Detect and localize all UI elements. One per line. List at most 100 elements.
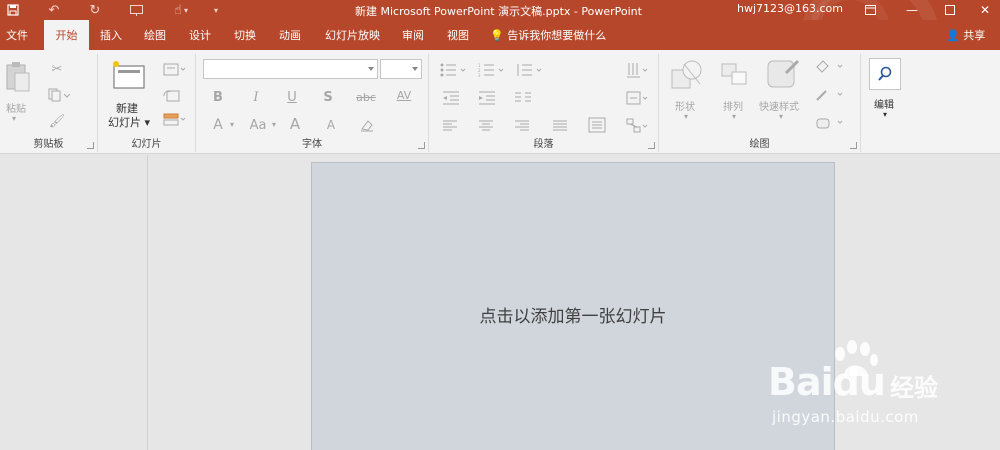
editing-dropdown-icon[interactable]: ▾: [883, 110, 887, 119]
group-paragraph: 123 段落: [429, 54, 659, 152]
tab-view[interactable]: 视图: [441, 20, 475, 50]
font-size-combo[interactable]: [380, 59, 422, 79]
save-icon[interactable]: [2, 1, 24, 19]
increase-indent-icon[interactable]: [477, 90, 497, 106]
change-case-dropdown-icon[interactable]: ▾: [272, 120, 276, 129]
decrease-indent-icon[interactable]: [441, 90, 461, 106]
arrange-dropdown-icon[interactable]: ▾: [732, 112, 736, 121]
convert-to-smartart-icon[interactable]: [625, 116, 651, 136]
underline-button[interactable]: U: [284, 88, 300, 106]
watermark-jingyan-text: 经验: [890, 374, 938, 402]
lightbulb-icon: 💡: [490, 29, 504, 42]
tab-review[interactable]: 审阅: [396, 20, 430, 50]
clipboard-group-label: 剪贴板: [33, 139, 64, 150]
section-icon[interactable]: [162, 112, 188, 128]
columns-icon[interactable]: [513, 90, 533, 106]
line-spacing-icon[interactable]: [515, 62, 545, 78]
strikethrough-button[interactable]: abc: [354, 88, 378, 106]
align-center-icon[interactable]: [477, 118, 495, 134]
account-name[interactable]: hwj7123@163.com: [737, 2, 843, 15]
drawing-launcher-icon[interactable]: [850, 142, 857, 149]
find-icon[interactable]: [869, 58, 901, 90]
tab-home[interactable]: 开始: [44, 20, 89, 50]
reset-icon[interactable]: [162, 88, 182, 104]
bold-button[interactable]: B: [210, 88, 226, 106]
slide-canvas[interactable]: 点击以添加第一张幻灯片: [311, 162, 835, 450]
shapes-icon[interactable]: [667, 58, 707, 92]
shape-effects-icon[interactable]: [813, 114, 847, 132]
touch-mode-icon[interactable]: ☝ ▾: [166, 1, 196, 19]
arrange-label: 排列: [723, 102, 743, 113]
editing-label[interactable]: 编辑: [874, 96, 894, 111]
paste-dropdown-icon[interactable]: ▾: [12, 114, 16, 123]
font-group-label: 字体: [302, 139, 322, 150]
font-color-button[interactable]: A: [210, 116, 226, 134]
tab-slideshow[interactable]: 幻灯片放映: [319, 20, 386, 50]
shape-fill-icon[interactable]: [813, 58, 847, 76]
format-painter-icon[interactable]: 🖌: [48, 112, 66, 130]
copy-icon[interactable]: [46, 86, 72, 104]
undo-icon[interactable]: ↶: [43, 1, 65, 19]
group-drawing: 形状 ▾ 排列 ▾ 快速样式 ▾ 绘图: [659, 54, 861, 152]
arrange-icon[interactable]: [715, 58, 755, 92]
clipboard-launcher-icon[interactable]: [87, 142, 94, 149]
person-icon: 👤: [946, 29, 960, 42]
start-from-beginning-icon[interactable]: [125, 1, 147, 19]
justify-icon[interactable]: [551, 118, 569, 134]
ribbon: 粘贴 ▾ ✂ 🖌 剪贴板 新建 幻灯片 ▾ 幻灯片 B I U S abc AV…: [0, 50, 1000, 198]
redo-icon[interactable]: ↻: [84, 1, 106, 19]
tab-transitions[interactable]: 切换: [228, 20, 262, 50]
svg-text:3: 3: [478, 73, 481, 77]
font-name-combo[interactable]: [203, 59, 378, 79]
paragraph-launcher-icon[interactable]: [648, 142, 655, 149]
quick-styles-dropdown-icon[interactable]: ▾: [779, 112, 783, 121]
tab-file[interactable]: 文件: [0, 20, 34, 50]
tab-draw[interactable]: 绘图: [138, 20, 172, 50]
character-spacing-button[interactable]: AV: [392, 86, 416, 104]
decrease-font-size-button[interactable]: A: [322, 116, 340, 134]
align-text-icon[interactable]: [625, 88, 651, 108]
new-slide-icon[interactable]: [108, 58, 148, 92]
layout-icon[interactable]: [162, 62, 188, 78]
font-color-dropdown-icon[interactable]: ▾: [230, 120, 234, 129]
numbering-icon[interactable]: 123: [477, 62, 507, 78]
close-icon[interactable]: ✕: [970, 0, 1000, 20]
tab-animations[interactable]: 动画: [273, 20, 307, 50]
paste-icon[interactable]: [4, 60, 32, 94]
shape-outline-icon[interactable]: [813, 86, 847, 104]
ribbon-display-options-icon[interactable]: [855, 0, 885, 20]
tab-design[interactable]: 设计: [183, 20, 217, 50]
drawing-group-label: 绘图: [749, 139, 770, 150]
watermark-url: jingyan.baidu.com: [772, 408, 919, 426]
quick-styles-label: 快速样式: [759, 102, 799, 113]
align-left-icon[interactable]: [441, 118, 459, 134]
customize-qat-icon[interactable]: ▾: [205, 1, 227, 19]
align-right-icon[interactable]: [513, 118, 531, 134]
minimize-icon[interactable]: —: [897, 0, 927, 20]
change-case-button[interactable]: Aa: [246, 116, 270, 134]
watermark-logo-text: Baidu: [768, 360, 886, 404]
tell-me-box[interactable]: 💡 告诉我你想要做什么: [490, 20, 606, 50]
share-button[interactable]: 👤 共享: [946, 20, 985, 50]
shadow-button[interactable]: S: [320, 88, 336, 106]
quick-styles-icon[interactable]: [763, 58, 803, 92]
clear-formatting-icon[interactable]: [358, 116, 376, 134]
text-direction-icon[interactable]: [625, 60, 651, 80]
group-font: B I U S abc AV A ▾ Aa ▾ A A 字体: [196, 54, 429, 152]
new-slide-label-line2[interactable]: 幻灯片 ▾: [108, 114, 150, 130]
shapes-dropdown-icon[interactable]: ▾: [684, 112, 688, 121]
share-label: 共享: [963, 29, 986, 42]
italic-button[interactable]: I: [248, 88, 264, 106]
tell-me-text: 告诉我你想要做什么: [507, 29, 607, 42]
add-first-slide-prompt[interactable]: 点击以添加第一张幻灯片: [312, 302, 834, 327]
slide-thumbnail-pane[interactable]: [0, 155, 148, 450]
tab-insert[interactable]: 插入: [94, 20, 128, 50]
group-slides: 新建 幻灯片 ▾ 幻灯片: [98, 54, 196, 152]
font-launcher-icon[interactable]: [418, 142, 425, 149]
paragraph-group-label: 段落: [533, 139, 554, 150]
maximize-icon[interactable]: [935, 0, 965, 20]
bullets-icon[interactable]: [439, 62, 469, 78]
increase-font-size-button[interactable]: A: [286, 114, 304, 134]
distributed-icon[interactable]: [587, 116, 607, 134]
cut-icon[interactable]: ✂: [48, 60, 66, 78]
